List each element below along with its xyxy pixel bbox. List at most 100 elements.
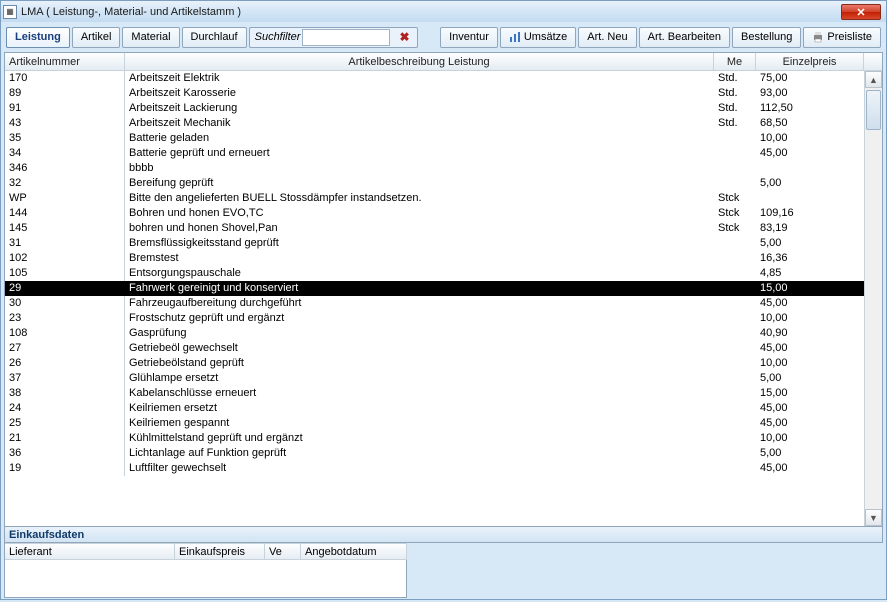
suchfilter-group: Suchfilter ✖ — [249, 27, 419, 48]
col-scrollbar-gap — [864, 53, 882, 70]
cell-me: Stck — [714, 221, 756, 236]
art-neu-button[interactable]: Art. Neu — [578, 27, 636, 48]
col-einzelpreis[interactable]: Einzelpreis — [756, 53, 864, 70]
cell-beschreibung: Frostschutz geprüft und ergänzt — [125, 311, 714, 326]
cell-einzelpreis: 45,00 — [756, 461, 864, 476]
table-row[interactable]: 30Fahrzeugaufbereitung durchgeführt45,00 — [5, 296, 864, 311]
cell-einzelpreis: 45,00 — [756, 416, 864, 431]
bestellung-button[interactable]: Bestellung — [732, 27, 801, 48]
cell-artikelnummer: 144 — [5, 206, 125, 221]
cell-beschreibung: bbbb — [125, 161, 714, 176]
table-row[interactable]: 170Arbeitszeit ElektrikStd.75,00 — [5, 71, 864, 86]
tab-artikel[interactable]: Artikel — [72, 27, 121, 48]
cell-beschreibung: Bitte den angelieferten BUELL Stossdämpf… — [125, 191, 714, 206]
einkaufsdaten-title: Einkaufsdaten — [4, 527, 883, 543]
cell-beschreibung: Luftfilter gewechselt — [125, 461, 714, 476]
cell-einzelpreis: 112,50 — [756, 101, 864, 116]
table-row[interactable]: 38Kabelanschlüsse erneuert15,00 — [5, 386, 864, 401]
tab-material[interactable]: Material — [122, 27, 179, 48]
table-row[interactable]: 19Luftfilter gewechselt 45,00 — [5, 461, 864, 476]
cell-me: Std. — [714, 101, 756, 116]
table-row[interactable]: 91Arbeitszeit LackierungStd.112,50 — [5, 101, 864, 116]
cell-me — [714, 281, 756, 296]
cell-artikelnummer: 34 — [5, 146, 125, 161]
vertical-scrollbar[interactable]: ▲ ▼ — [864, 71, 882, 526]
tab-leistung[interactable]: Leistung — [6, 27, 70, 48]
cell-einzelpreis: 10,00 — [756, 131, 864, 146]
cell-beschreibung: Kabelanschlüsse erneuert — [125, 386, 714, 401]
cell-me — [714, 431, 756, 446]
cell-me — [714, 356, 756, 371]
cell-artikelnummer: 108 — [5, 326, 125, 341]
table-row[interactable]: 144Bohren und honen EVO,TCStck109,16 — [5, 206, 864, 221]
cell-me — [714, 386, 756, 401]
cell-me — [714, 146, 756, 161]
scroll-down-button[interactable]: ▼ — [865, 509, 882, 526]
col-beschreibung[interactable]: Artikelbeschreibung Leistung — [125, 53, 714, 70]
table-row[interactable]: WPBitte den angelieferten BUELL Stossdäm… — [5, 191, 864, 206]
cell-einzelpreis: 45,00 — [756, 341, 864, 356]
cell-artikelnummer: 43 — [5, 116, 125, 131]
cell-artikelnummer: 102 — [5, 251, 125, 266]
printer-icon — [812, 31, 824, 43]
cell-einzelpreis: 10,00 — [756, 311, 864, 326]
col-ve[interactable]: Ve — [265, 543, 301, 560]
tab-durchlauf[interactable]: Durchlauf — [182, 27, 247, 48]
suchfilter-input[interactable] — [302, 29, 390, 46]
cell-einzelpreis: 83,19 — [756, 221, 864, 236]
table-row[interactable]: 32Bereifung geprüft5,00 — [5, 176, 864, 191]
col-me[interactable]: Me — [714, 53, 756, 70]
table-row[interactable]: 108Gasprüfung40,90 — [5, 326, 864, 341]
cell-artikelnummer: 91 — [5, 101, 125, 116]
preisliste-button[interactable]: Preisliste — [803, 27, 881, 48]
table-row[interactable]: 27Getriebeöl gewechselt45,00 — [5, 341, 864, 356]
cell-me — [714, 131, 756, 146]
table-row[interactable]: 31Bremsflüssigkeitsstand geprüft5,00 — [5, 236, 864, 251]
cell-beschreibung: Gasprüfung — [125, 326, 714, 341]
table-row[interactable]: 105Entsorgungspauschale4,85 — [5, 266, 864, 281]
table-row[interactable]: 35Batterie geladen10,00 — [5, 131, 864, 146]
table-row[interactable]: 34Batterie geprüft und erneuert45,00 — [5, 146, 864, 161]
scroll-up-button[interactable]: ▲ — [865, 71, 882, 88]
table-row[interactable]: 37Glühlampe ersetzt5,00 — [5, 371, 864, 386]
cell-artikelnummer: 32 — [5, 176, 125, 191]
clear-filter-icon: ✖ — [399, 30, 409, 44]
cell-artikelnummer: WP — [5, 191, 125, 206]
table-row[interactable]: 36Lichtanlage auf Funktion geprüft5,00 — [5, 446, 864, 461]
table-row[interactable]: 23Frostschutz geprüft und ergänzt10,00 — [5, 311, 864, 326]
table-row[interactable]: 25Keilriemen gespannt45,00 — [5, 416, 864, 431]
table-row[interactable]: 89Arbeitszeit KarosserieStd.93,00 — [5, 86, 864, 101]
table-row[interactable]: 29Fahrwerk gereinigt und konserviert15,0… — [5, 281, 864, 296]
scrollbar-thumb[interactable] — [866, 90, 881, 130]
cell-artikelnummer: 346 — [5, 161, 125, 176]
table-row[interactable]: 24Keilriemen ersetzt45,00 — [5, 401, 864, 416]
col-artikelnummer[interactable]: Artikelnummer — [5, 53, 125, 70]
cell-artikelnummer: 19 — [5, 461, 125, 476]
table-row[interactable]: 26Getriebeölstand geprüft10,00 — [5, 356, 864, 371]
inventur-button[interactable]: Inventur — [440, 27, 498, 48]
umsaetze-button[interactable]: Umsätze — [500, 27, 576, 48]
art-bearbeiten-button[interactable]: Art. Bearbeiten — [639, 27, 730, 48]
umsaetze-label: Umsätze — [524, 31, 567, 43]
col-einkaufspreis[interactable]: Einkaufspreis — [175, 543, 265, 560]
cell-einzelpreis: 5,00 — [756, 371, 864, 386]
col-lieferant[interactable]: Lieferant — [5, 543, 175, 560]
scrollbar-track[interactable] — [865, 88, 882, 509]
cell-beschreibung: Batterie geprüft und erneuert — [125, 146, 714, 161]
table-row[interactable]: 346bbbb — [5, 161, 864, 176]
table-row[interactable]: 43Arbeitszeit MechanikStd.68,50 — [5, 116, 864, 131]
cell-artikelnummer: 26 — [5, 356, 125, 371]
close-button[interactable]: ✕ — [841, 4, 881, 20]
clear-filter-button[interactable]: ✖ — [394, 29, 414, 46]
cell-artikelnummer: 38 — [5, 386, 125, 401]
cell-artikelnummer: 27 — [5, 341, 125, 356]
table-row[interactable]: 102Bremstest16,36 — [5, 251, 864, 266]
table-row[interactable]: 145bohren und honen Shovel,PanStck83,19 — [5, 221, 864, 236]
table-row[interactable]: 21Kühlmittelstand geprüft und ergänzt10,… — [5, 431, 864, 446]
cell-me — [714, 251, 756, 266]
cell-artikelnummer: 170 — [5, 71, 125, 86]
cell-me — [714, 461, 756, 476]
cell-artikelnummer: 31 — [5, 236, 125, 251]
col-angebotdatum[interactable]: Angebotdatum — [301, 543, 407, 560]
cell-me: Stck — [714, 206, 756, 221]
